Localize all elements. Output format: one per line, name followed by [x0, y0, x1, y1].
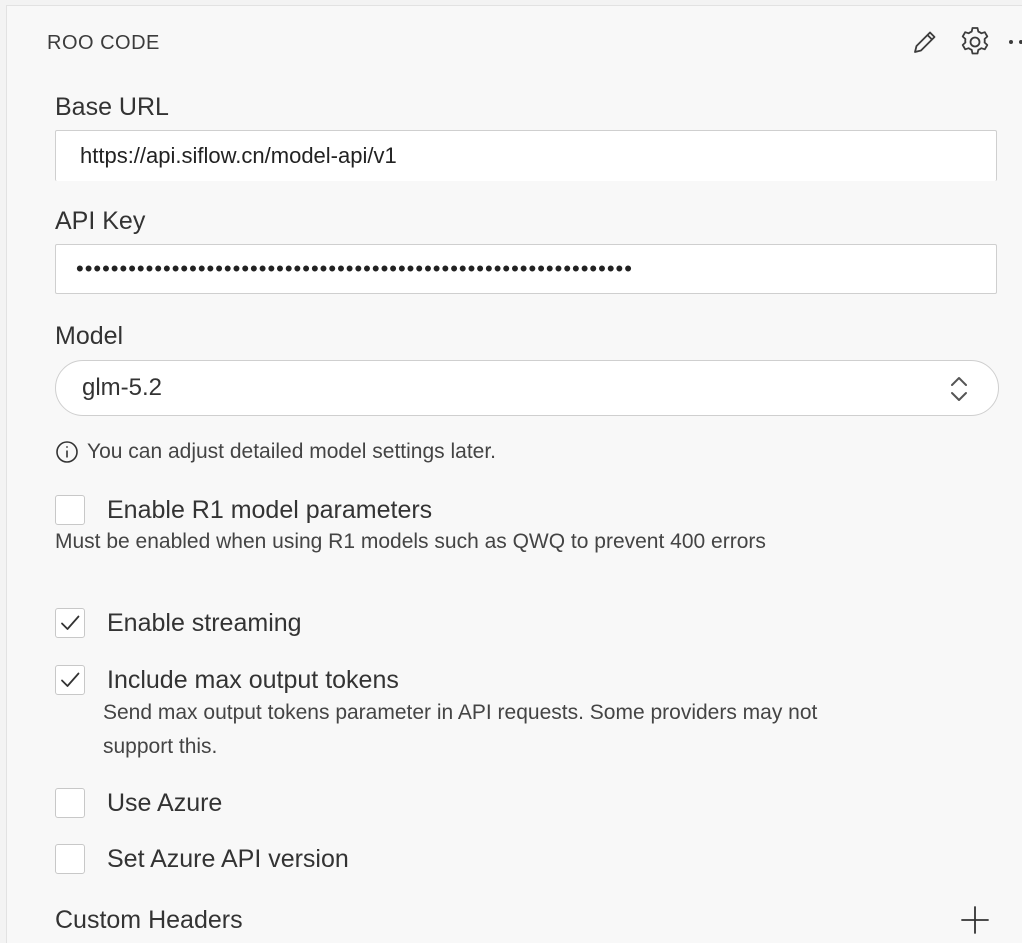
- model-select[interactable]: glm-5.2: [55, 360, 999, 416]
- base-url-input[interactable]: https://api.siflow.cn/model-api/v1: [55, 130, 997, 181]
- panel-header: ROO CODE: [7, 6, 1022, 76]
- panel-title: ROO CODE: [47, 32, 160, 54]
- api-key-value: ••••••••••••••••••••••••••••••••••••••••…: [76, 256, 633, 281]
- use-azure-option: Use Azure: [55, 788, 222, 818]
- use-azure-label: Use Azure: [107, 788, 223, 817]
- azure-api-version-label: Set Azure API version: [107, 844, 349, 873]
- azure-api-version-checkbox[interactable]: [55, 844, 85, 874]
- checkmark-icon: [61, 615, 80, 630]
- settings-panel: ROO CODE Base URL https://api.siflow.cn/…: [6, 5, 1022, 943]
- model-settings-hint: You can adjust detailed model settings l…: [55, 440, 496, 464]
- r1-params-label: Enable R1 model parameters: [107, 495, 433, 524]
- chevron-up-down-icon: [948, 373, 970, 412]
- info-text: You can adjust detailed model settings l…: [87, 440, 496, 463]
- add-header-button[interactable]: [959, 904, 991, 936]
- max-tokens-option: Include max output tokens: [55, 665, 399, 695]
- max-tokens-checkbox[interactable]: [55, 665, 85, 695]
- checkmark-icon: [61, 672, 80, 687]
- model-selected-value: glm-5.2: [82, 374, 163, 401]
- plus-icon: [961, 906, 989, 934]
- base-url-label: Base URL: [55, 93, 169, 121]
- r1-params-option: Enable R1 model parameters: [55, 495, 432, 525]
- streaming-label: Enable streaming: [107, 608, 302, 637]
- streaming-option: Enable streaming: [55, 608, 302, 638]
- gear-icon[interactable]: [957, 24, 993, 60]
- streaming-checkbox[interactable]: [55, 608, 85, 638]
- max-tokens-label: Include max output tokens: [107, 665, 399, 694]
- r1-params-checkbox[interactable]: [55, 495, 85, 525]
- r1-params-description: Must be enabled when using R1 models suc…: [55, 530, 766, 553]
- max-tokens-description-line2: support this.: [103, 735, 218, 758]
- base-url-value: https://api.siflow.cn/model-api/v1: [80, 143, 397, 168]
- custom-headers-title: Custom Headers: [55, 906, 243, 934]
- model-label: Model: [55, 322, 124, 350]
- api-key-label: API Key: [55, 207, 146, 235]
- info-icon: [55, 440, 79, 464]
- azure-api-version-option: Set Azure API version: [55, 844, 349, 874]
- use-azure-checkbox[interactable]: [55, 788, 85, 818]
- api-key-input[interactable]: ••••••••••••••••••••••••••••••••••••••••…: [55, 244, 997, 294]
- max-tokens-description-line1: Send max output tokens parameter in API …: [103, 701, 818, 724]
- more-icon[interactable]: [1003, 24, 1022, 60]
- pencil-icon[interactable]: [907, 24, 943, 60]
